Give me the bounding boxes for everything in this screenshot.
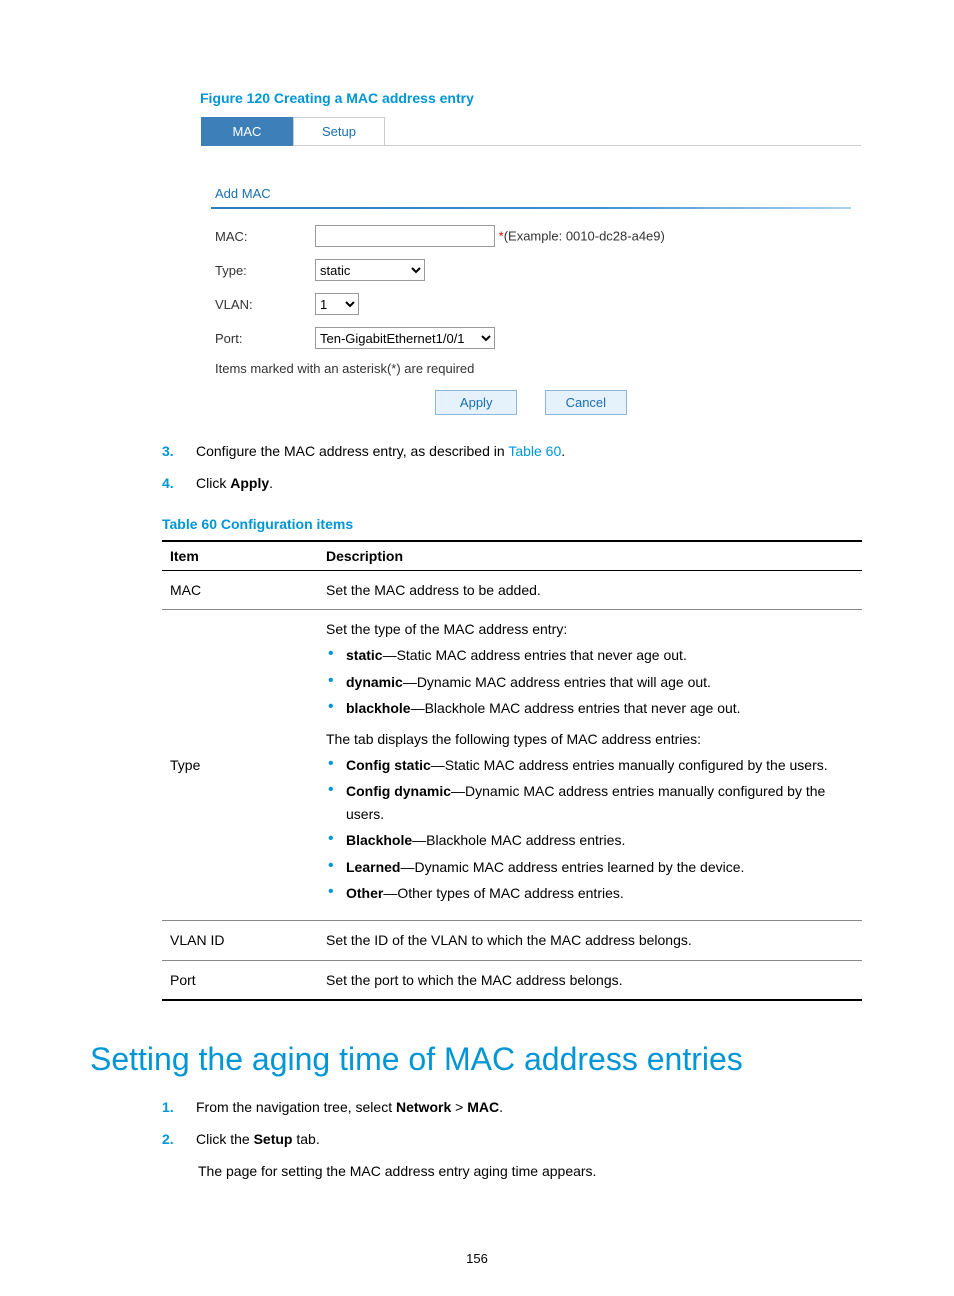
table-caption: Table 60 Configuration items [162,516,864,532]
step-number: 1. [162,1096,196,1120]
table-row: MAC Set the MAC address to be added. [162,570,862,609]
type-label: Type: [215,253,315,287]
port-select[interactable]: Ten-GigabitEthernet1/0/1 [315,327,495,349]
table-row: Port Set the port to which the MAC addre… [162,960,862,1000]
tab-spacer [385,117,861,146]
ui-screenshot: MAC Setup Add MAC MAC: *(Example: 0010-d… [200,116,862,422]
th-item: Item [162,541,318,571]
mac-label: MAC: [215,219,315,253]
section-heading: Setting the aging time of MAC address en… [90,1041,864,1078]
table-row: Type Set the type of the MAC address ent… [162,609,862,920]
apply-button[interactable]: Apply [435,390,517,415]
step-number: 3. [162,440,196,464]
table-link[interactable]: Table 60 [508,443,561,459]
figure-caption: Figure 120 Creating a MAC address entry [200,90,864,106]
type-select[interactable]: static [315,259,425,281]
th-description: Description [318,541,862,571]
section-underline [211,207,851,209]
mac-hint: (Example: 0010-dc28-a4e9) [504,229,665,244]
step-1: 1. From the navigation tree, select Netw… [162,1096,864,1120]
table-row: VLAN ID Set the ID of the VLAN to which … [162,921,862,960]
cancel-button[interactable]: Cancel [545,390,627,415]
vlan-select[interactable]: 1 [315,293,359,315]
section-title: Add MAC [215,186,861,201]
config-table: Item Description MAC Set the MAC address… [162,540,862,1001]
step-2-subtext: The page for setting the MAC address ent… [198,1160,864,1184]
tab-setup[interactable]: Setup [293,117,385,146]
tab-mac[interactable]: MAC [201,117,293,146]
vlan-label: VLAN: [215,287,315,321]
step-number: 4. [162,472,196,496]
step-4: 4. Click Apply. [162,472,864,496]
port-label: Port: [215,321,315,355]
step-number: 2. [162,1128,196,1152]
mac-input[interactable] [315,225,495,247]
step-3: 3. Configure the MAC address entry, as d… [162,440,864,464]
required-note: Items marked with an asterisk(*) are req… [215,355,675,382]
step-2: 2. Click the Setup tab. [162,1128,864,1152]
page-number: 156 [0,1251,954,1266]
